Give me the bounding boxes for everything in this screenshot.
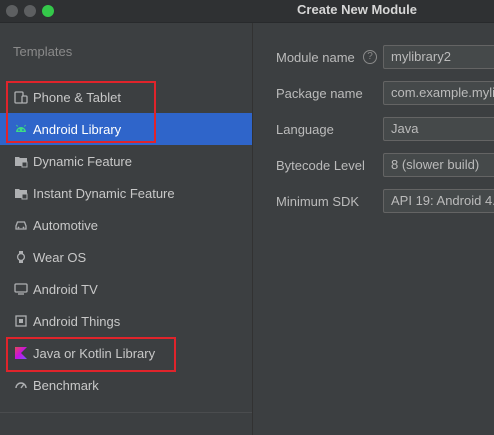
minimum-sdk-label: Minimum SDK	[276, 194, 360, 209]
template-dynamic-feature[interactable]: Dynamic Feature	[0, 145, 252, 177]
template-label: Java or Kotlin Library	[33, 345, 156, 361]
template-java-kotlin-library[interactable]: Java or Kotlin Library	[0, 337, 252, 369]
folder-module-icon	[14, 154, 28, 168]
template-instant-dynamic-feature[interactable]: Instant Dynamic Feature	[0, 177, 252, 209]
templates-header: Templates	[13, 44, 73, 59]
kotlin-icon	[14, 346, 28, 360]
template-label: Android Library	[33, 121, 122, 137]
phone-tablet-icon	[14, 90, 28, 104]
template-label: Phone & Tablet	[33, 89, 121, 105]
folder-module-icon	[14, 186, 28, 200]
bytecode-level-select[interactable]: 8 (slower build)	[383, 153, 494, 177]
module-name-label: Module name	[276, 50, 355, 65]
minimum-sdk-select[interactable]: API 19: Android 4.4 (KitKat)	[383, 189, 494, 213]
template-label: Android Things	[33, 313, 121, 329]
title-bar: Create New Module	[0, 0, 494, 23]
package-name-field[interactable]: com.example.mylibrary2	[383, 81, 494, 105]
help-icon[interactable]: ?	[363, 50, 377, 64]
language-label: Language	[276, 122, 334, 137]
template-label: Benchmark	[33, 377, 99, 393]
template-benchmark[interactable]: Benchmark	[0, 369, 252, 401]
template-label: Android TV	[33, 281, 98, 297]
template-label: Dynamic Feature	[33, 153, 132, 169]
chip-icon	[14, 314, 28, 328]
template-automotive[interactable]: Automotive	[0, 209, 252, 241]
language-select[interactable]: Java	[383, 117, 494, 141]
gauge-icon	[14, 378, 28, 392]
template-label: Instant Dynamic Feature	[33, 185, 175, 201]
template-wear-os[interactable]: Wear OS	[0, 241, 252, 273]
template-android-library[interactable]: Android Library	[0, 113, 252, 145]
android-icon	[14, 122, 28, 136]
template-label: Wear OS	[33, 249, 87, 265]
sidebar-bottom-separator	[0, 412, 252, 413]
template-android-things[interactable]: Android Things	[0, 305, 252, 337]
watch-icon	[14, 250, 28, 264]
package-name-label: Package name	[276, 86, 363, 101]
template-label: Automotive	[33, 217, 99, 233]
module-name-field[interactable]: mylibrary2	[383, 45, 494, 69]
tv-icon	[14, 282, 28, 296]
car-icon	[14, 218, 28, 232]
bytecode-level-label: Bytecode Level	[276, 158, 365, 173]
template-android-tv[interactable]: Android TV	[0, 273, 252, 305]
template-phone-tablet[interactable]: Phone & Tablet	[0, 81, 252, 113]
window-title: Create New Module	[297, 2, 417, 17]
